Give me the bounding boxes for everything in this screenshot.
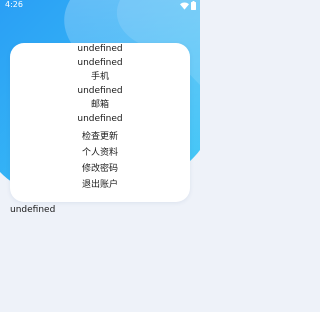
footer-text: undefined (10, 205, 56, 215)
status-bar: 4:26 (0, 0, 200, 11)
email-value: undefined (77, 114, 123, 124)
email-label: 邮箱 (90, 100, 109, 110)
wifi-icon (180, 2, 189, 10)
personal-info-button[interactable]: 个人资料 (10, 147, 190, 160)
phone-label: 手机 (90, 72, 109, 82)
status-icons (180, 1, 196, 10)
profile-card: undefined undefined 手机 undefined 邮箱 unde… (10, 43, 190, 202)
profile-line-1: undefined (77, 44, 123, 54)
logout-button[interactable]: 退出账户 (10, 179, 190, 192)
status-time: 4:26 (5, 0, 23, 9)
change-password-button[interactable]: 修改密码 (10, 163, 190, 176)
phone-value: undefined (77, 86, 123, 96)
check-update-button[interactable]: 检查更新 (10, 131, 190, 144)
battery-icon (191, 1, 196, 10)
profile-screen: 4:26 undefined undefined 手机 undefined 邮箱… (0, 0, 200, 312)
profile-line-2: undefined (77, 58, 123, 68)
